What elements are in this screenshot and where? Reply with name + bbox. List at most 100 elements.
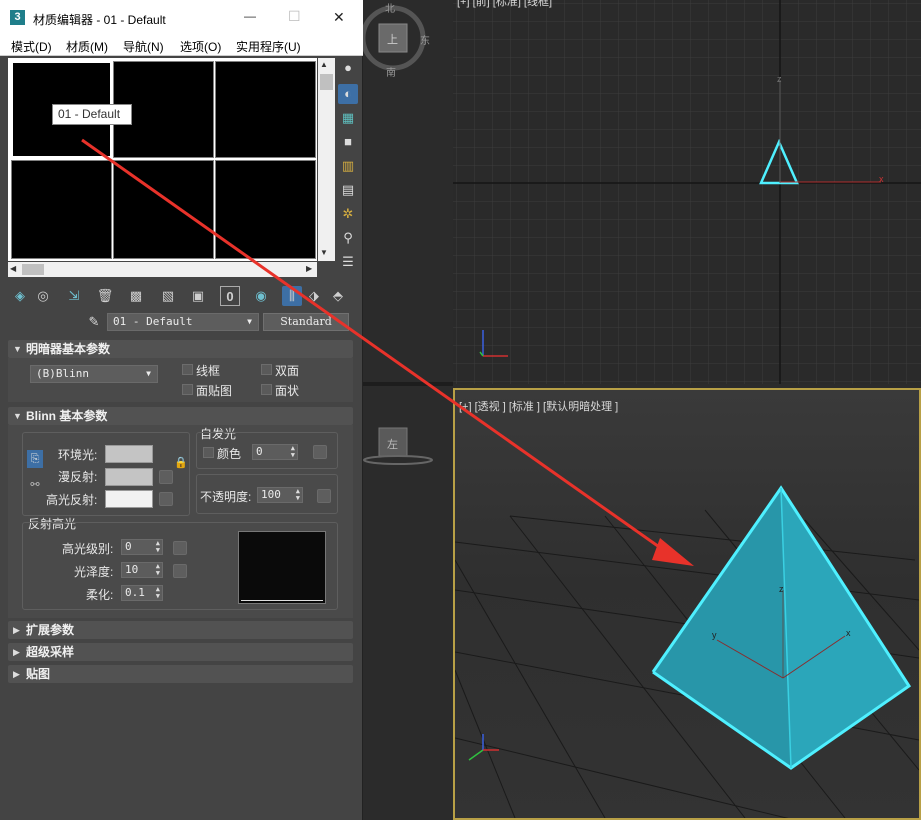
assign-to-selection-icon[interactable]: ⇲ — [64, 286, 84, 306]
self-illum-color-checkbox[interactable] — [203, 447, 214, 458]
lock-icon[interactable]: 🔒 — [174, 456, 188, 469]
slot-horizontal-scrollbar[interactable]: ◀ ▶ — [8, 262, 317, 277]
spec-level-map-button[interactable] — [173, 541, 187, 555]
face-map-checkbox[interactable] — [182, 384, 193, 395]
show-end-result-icon[interactable]: ⫼ — [282, 286, 302, 306]
menu-options[interactable]: 选项(O) — [180, 38, 221, 55]
front-viewport-label[interactable]: [+] [前] [标准] [线框] — [457, 0, 552, 9]
spec-level-spinner[interactable]: 0 ▲ ▼ — [121, 539, 163, 555]
supersampling-rollout[interactable]: ▶ 超级采样 — [8, 643, 353, 661]
menu-mode[interactable]: 模式(D) — [11, 38, 52, 55]
slot-vertical-scrollbar[interactable]: ▲ ▼ — [318, 58, 335, 261]
specular-swatch[interactable] — [105, 490, 153, 508]
material-name-value: 01 - Default — [113, 315, 193, 328]
viewcube-left-face[interactable]: 左 — [387, 436, 398, 452]
faceted-checkbox[interactable] — [261, 384, 272, 395]
video-color-check-icon[interactable]: ▥ — [338, 156, 358, 176]
self-illum-color-label: 颜色 — [217, 447, 242, 461]
menu-navigation[interactable]: 导航(N) — [123, 38, 164, 55]
spec-level-label: 高光级别: — [62, 542, 114, 556]
material-id-icon[interactable]: 0 — [220, 286, 240, 306]
link-icon[interactable]: ⚯ — [27, 478, 43, 494]
lock-ambient-diffuse-icon[interactable]: ⎘ — [27, 450, 43, 468]
perspective-viewport[interactable]: [+] [透视 ] [标准 ] [默认明暗处理 ] z x y — [453, 388, 921, 820]
scroll-down-icon[interactable]: ▼ — [320, 248, 328, 257]
opacity-map-button[interactable] — [317, 489, 331, 503]
sample-slot-6[interactable] — [215, 160, 316, 259]
maximize-button[interactable]: ☐ — [288, 8, 301, 25]
minimize-button[interactable]: — — [244, 9, 256, 23]
blinn-rollout-header[interactable]: ▼ Blinn 基本参数 — [8, 407, 353, 425]
scroll-right-icon[interactable]: ▶ — [306, 264, 312, 273]
supersampling-title: 超级采样 — [26, 645, 75, 659]
two-sided-label: 双面 — [275, 364, 300, 378]
title-bar[interactable]: 3 材质编辑器 - 01 - Default — ☐ ✕ — [0, 0, 363, 34]
reset-map-icon[interactable]: 🗑 — [95, 286, 115, 306]
opacity-value: 100 — [261, 488, 281, 501]
select-by-material-icon[interactable]: ⚲ — [338, 228, 358, 248]
sample-slot-4[interactable] — [11, 160, 112, 259]
backlight-icon[interactable]: ◐ — [338, 84, 358, 104]
shader-rollout-header[interactable]: ▼ 明暗器基本参数 — [8, 340, 353, 358]
expand-arrow-icon: ▶ — [13, 669, 20, 679]
close-button[interactable]: ✕ — [333, 9, 345, 26]
sample-slot-5[interactable] — [113, 160, 214, 259]
ambient-label: 环境光: — [58, 448, 98, 462]
self-illum-spinner[interactable]: 0 ▲ ▼ — [252, 444, 298, 460]
ambient-swatch[interactable] — [105, 445, 153, 463]
glossiness-spinner[interactable]: 10 ▲ ▼ — [121, 562, 163, 578]
material-navigator-icon[interactable]: ☰ — [338, 252, 358, 272]
material-name-field[interactable]: 01 - Default ▼ — [107, 313, 259, 331]
perspective-viewport-label[interactable]: [+] [透视 ] [标准 ] [默认明暗处理 ] — [459, 398, 618, 414]
viewcube-north: 北 — [385, 4, 395, 15]
viewcube-top-face[interactable]: 上 — [387, 31, 398, 47]
extended-params-rollout[interactable]: ▶ 扩展参数 — [8, 621, 353, 639]
gizmo-y-label: y — [712, 630, 717, 640]
highlight-curve-graph — [238, 531, 326, 604]
highlight-curve — [241, 600, 323, 601]
uv-tiling-icon[interactable]: ■ — [338, 132, 358, 152]
sample-slot-3[interactable] — [215, 61, 316, 158]
material-type-button[interactable]: Standard — [263, 313, 349, 331]
go-to-parent-icon[interactable]: ⬗ — [304, 286, 324, 306]
opacity-spinner[interactable]: 100 ▲ ▼ — [257, 487, 303, 503]
self-illum-map-button[interactable] — [313, 445, 327, 459]
wire-checkbox[interactable] — [182, 364, 193, 375]
hscroll-thumb[interactable] — [22, 264, 44, 275]
shader-dropdown[interactable]: (B)Blinn ▼ — [30, 365, 158, 383]
options-icon[interactable]: ✲ — [338, 204, 358, 224]
soften-spinner[interactable]: 0.1 ▲ ▼ — [121, 585, 163, 601]
expand-arrow-icon: ▶ — [13, 647, 20, 657]
front-viewport[interactable]: [+] [前] [标准] [线框] x z — [453, 0, 921, 384]
go-forward-sibling-icon[interactable]: ⬘ — [328, 286, 348, 306]
background-icon[interactable]: ▦ — [338, 108, 358, 128]
get-material-icon[interactable]: ◈ — [10, 286, 30, 306]
menu-utilities[interactable]: 实用程序(U) — [236, 38, 301, 55]
maps-title: 贴图 — [26, 667, 51, 681]
blinn-rollout-title: Blinn 基本参数 — [26, 409, 108, 423]
specular-map-button[interactable] — [159, 492, 173, 506]
copy-material-icon[interactable]: ▩ — [126, 286, 146, 306]
make-preview-icon[interactable]: ▤ — [338, 180, 358, 200]
perspective-scene — [455, 485, 919, 818]
put-to-library-icon[interactable]: ▣ — [188, 286, 208, 306]
make-unique-icon[interactable]: ▧ — [158, 286, 178, 306]
scroll-thumb[interactable] — [320, 74, 333, 90]
diffuse-swatch[interactable] — [105, 468, 153, 486]
left-viewport-strip[interactable]: 北 上 东 南 左 — [363, 0, 453, 820]
collapse-arrow-icon: ▼ — [13, 411, 22, 421]
diffuse-map-button[interactable] — [159, 470, 173, 484]
scroll-up-icon[interactable]: ▲ — [320, 60, 328, 69]
viewcube-east: 东 — [420, 36, 430, 47]
chevron-down-icon: ▼ — [247, 317, 252, 326]
glossiness-map-button[interactable] — [173, 564, 187, 578]
window-title: 材质编辑器 - 01 - Default — [33, 13, 166, 27]
menu-material[interactable]: 材质(M) — [66, 38, 108, 55]
sample-type-icon[interactable]: ● — [338, 58, 358, 78]
maps-rollout[interactable]: ▶ 贴图 — [8, 665, 353, 683]
put-to-scene-icon[interactable]: ◎ — [33, 286, 53, 306]
show-shaded-map-icon[interactable]: ◉ — [251, 286, 271, 306]
scroll-left-icon[interactable]: ◀ — [10, 264, 16, 273]
two-sided-checkbox[interactable] — [261, 364, 272, 375]
eyedropper-icon[interactable]: ✎ — [84, 312, 104, 332]
